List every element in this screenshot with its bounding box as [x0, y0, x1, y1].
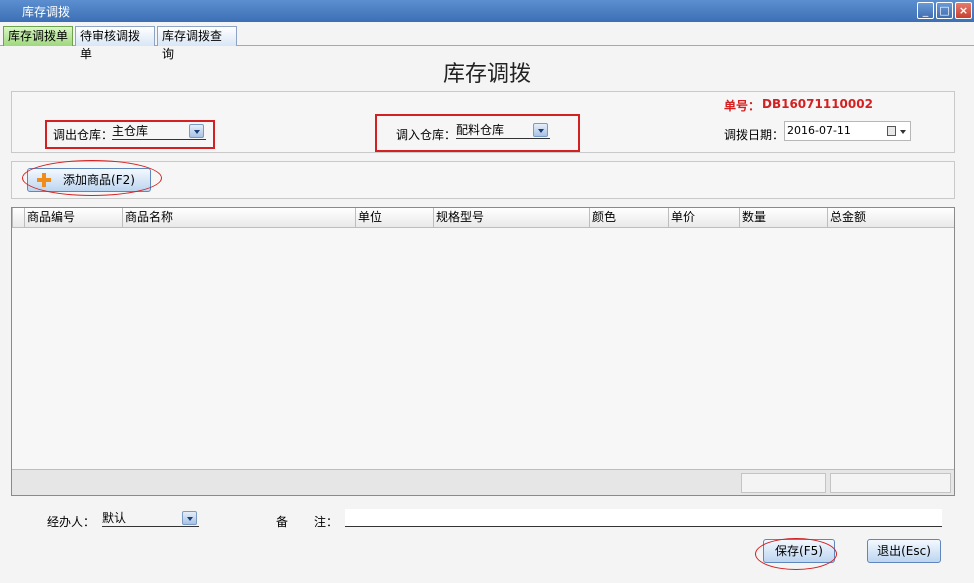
tab-transfer-query[interactable]: 库存调拨查询	[157, 26, 237, 61]
table-header: 商品编号 商品名称 单位 规格型号 颜色 单价 数量 总金额	[12, 208, 954, 228]
handler-value: 默认	[102, 511, 127, 525]
tab-pending-review[interactable]: 待审核调拨单	[75, 26, 155, 61]
out-warehouse-select[interactable]: 主仓库	[112, 124, 206, 140]
chevron-down-icon[interactable]	[900, 130, 906, 134]
chevron-down-icon[interactable]	[189, 124, 204, 138]
quantity-total-cell	[741, 473, 826, 493]
highlight-add-product	[22, 160, 162, 196]
in-warehouse-select[interactable]: 配料仓库	[456, 123, 550, 139]
window-title: 库存调拨	[22, 5, 71, 19]
tab-transfer-order[interactable]: 库存调拨单	[3, 26, 73, 46]
date-value: 2016-07-11	[787, 124, 851, 137]
date-input[interactable]: 2016-07-11	[784, 121, 911, 141]
maximize-icon[interactable]: □	[936, 2, 953, 19]
table-summary-row	[12, 469, 954, 495]
note-label-second: 注：	[314, 515, 339, 529]
order-number-label: 单号：	[724, 99, 761, 113]
amount-total-cell	[830, 473, 951, 493]
col-unit-price[interactable]: 单价	[668, 208, 739, 228]
col-total-amount[interactable]: 总金额	[827, 208, 954, 228]
chevron-down-icon[interactable]	[533, 123, 548, 137]
row-selector-header	[12, 208, 24, 228]
close-icon[interactable]: ×	[955, 2, 972, 19]
col-quantity[interactable]: 数量	[739, 208, 827, 228]
col-color[interactable]: 颜色	[589, 208, 668, 228]
col-product-name[interactable]: 商品名称	[122, 208, 355, 228]
col-spec[interactable]: 规格型号	[433, 208, 589, 228]
date-label: 调拨日期：	[724, 128, 785, 142]
calendar-icon[interactable]	[887, 126, 896, 136]
chevron-down-icon[interactable]	[182, 511, 197, 525]
product-table: 商品编号 商品名称 单位 规格型号 颜色 单价 数量 总金额	[11, 207, 955, 496]
order-number: DB16071110002	[762, 97, 873, 111]
tab-strip: 库存调拨单 待审核调拨单 库存调拨查询	[0, 22, 974, 61]
note-label-first: 备	[276, 515, 289, 529]
note-input[interactable]	[345, 509, 942, 527]
col-product-code[interactable]: 商品编号	[24, 208, 122, 228]
in-warehouse-label: 调入仓库：	[396, 128, 457, 142]
handler-label: 经办人：	[47, 515, 96, 529]
highlight-save	[755, 538, 837, 570]
col-unit[interactable]: 单位	[355, 208, 433, 228]
exit-button[interactable]: 退出(Esc)	[867, 539, 941, 563]
out-warehouse-label: 调出仓库：	[53, 128, 114, 142]
handler-select[interactable]: 默认	[102, 511, 199, 527]
page-title: 库存调拨	[442, 62, 531, 87]
in-warehouse-value: 配料仓库	[456, 123, 505, 137]
out-warehouse-value: 主仓库	[112, 124, 149, 138]
title-bar: 库存调拨 _ □ ×	[0, 0, 974, 22]
minimize-icon[interactable]: _	[917, 2, 934, 19]
